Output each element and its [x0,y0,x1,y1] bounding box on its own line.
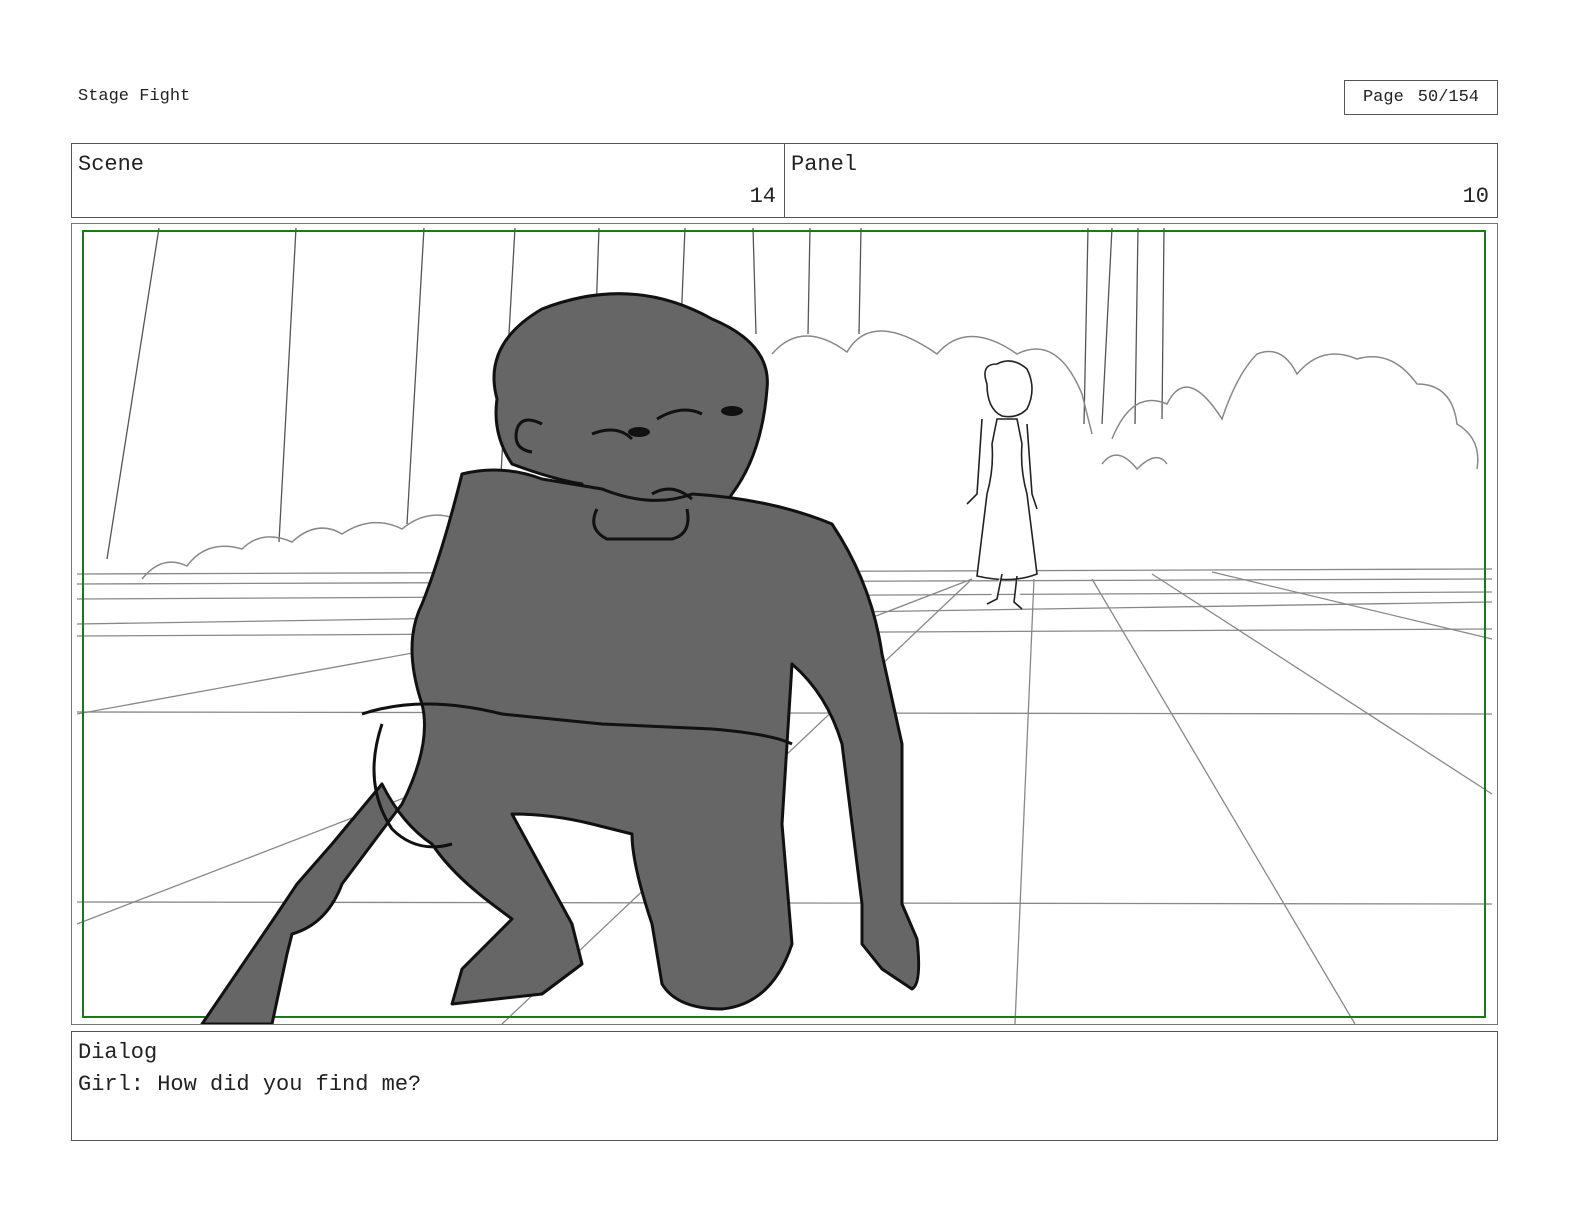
storyboard-frame [71,223,1498,1025]
dialog-box: Dialog Girl: How did you find me? [71,1031,1498,1141]
dialog-label: Dialog [78,1040,158,1065]
page-number: 50/154 [1417,88,1480,107]
panel-label: Panel [791,152,858,177]
scene-number: 14 [749,184,776,209]
panel-cell: Panel 10 [784,143,1498,218]
storyboard-sketch [76,227,1493,1024]
scene-cell: Scene 14 [71,143,785,218]
scene-label: Scene [78,152,145,177]
panel-number: 10 [1462,184,1489,209]
project-title: Stage Fight [78,87,191,106]
girl-figure [966,360,1038,610]
page-indicator: Page 50/154 [1344,80,1498,115]
page-label: Page [1362,88,1404,107]
dialog-text: Girl: How did you find me? [78,1072,422,1097]
foreground-boy-figure [200,292,921,1024]
